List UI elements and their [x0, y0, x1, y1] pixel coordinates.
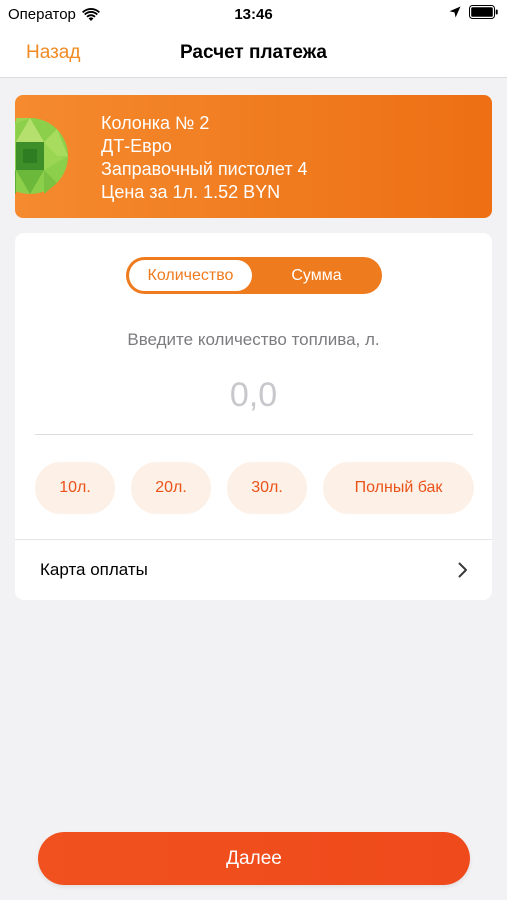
payment-calculation-screen: Оператор 13:46 Назад Расчет платежа Коло… [0, 0, 507, 900]
segment-sum[interactable]: Сумма [254, 260, 379, 291]
payment-card-row[interactable]: Карта оплаты [15, 540, 492, 600]
chevron-right-icon [458, 562, 467, 578]
station-details: Колонка № 2 ДТ-Евро Заправочный пистолет… [101, 112, 308, 204]
preset-10l-button[interactable]: 10л. [35, 462, 115, 514]
fuel-amount-card: Количество Сумма Введите количество топл… [15, 233, 492, 600]
fuel-type-label: ДТ-Евро [101, 136, 172, 156]
next-button[interactable]: Далее [38, 832, 470, 885]
location-arrow-icon [449, 6, 461, 18]
navigation-bar: Назад Расчет платежа [0, 30, 507, 78]
preset-amounts: 10л. 20л. 30л. Полный бак [35, 462, 475, 514]
battery-icon [469, 5, 498, 19]
amount-prompt: Введите количество топлива, л. [127, 330, 380, 349]
fuel-amount-input[interactable] [35, 373, 472, 417]
segment-quantity[interactable]: Количество [129, 260, 252, 291]
preset-30l-button[interactable]: 30л. [227, 462, 307, 514]
station-info-card: Колонка № 2 ДТ-Евро Заправочный пистолет… [15, 95, 492, 218]
status-time: 13:46 [234, 6, 273, 23]
fuel-brand-logo-icon [15, 118, 68, 194]
input-underline [35, 434, 473, 435]
page-title: Расчет платежа [180, 42, 327, 63]
status-right [449, 5, 499, 19]
payment-card-label: Карта оплаты [40, 560, 148, 579]
preset-full-tank-button[interactable]: Полный бак [323, 462, 474, 514]
nozzle-label: Заправочный пистолет 4 [101, 159, 308, 179]
status-bar: Оператор 13:46 [0, 0, 507, 30]
pump-column-label: Колонка № 2 [101, 113, 210, 133]
mode-segmented-control: Количество Сумма [126, 257, 382, 294]
price-label: Цена за 1л. 1.52 BYN [101, 182, 281, 202]
preset-20l-button[interactable]: 20л. [131, 462, 211, 514]
